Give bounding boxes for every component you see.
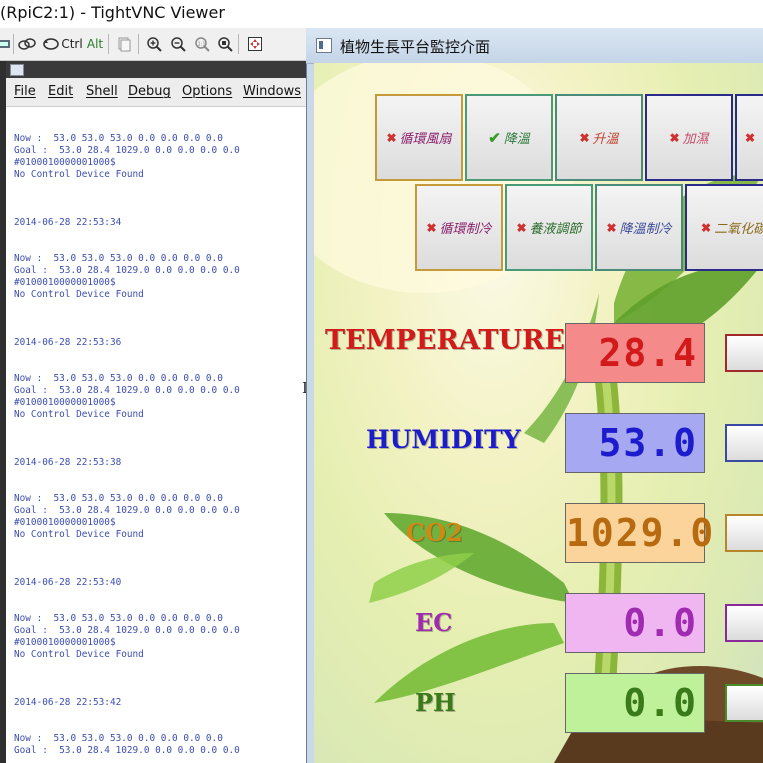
zoom-100-icon[interactable]: 1:1 xyxy=(192,34,212,54)
off-icon: ✖ xyxy=(579,130,590,145)
app-icon xyxy=(316,38,332,53)
ph-value: 0.0 xyxy=(565,673,705,733)
ec-side-button[interactable] xyxy=(725,604,763,642)
monitor-title-bar: 植物生長平台監控介面 xyxy=(306,28,763,64)
nutrient-button-label: 養液調節 xyxy=(529,222,582,237)
co2-button[interactable]: ✖ 二氧化碳 xyxy=(685,184,763,271)
temperature-label: TEMPERATURE xyxy=(325,325,566,356)
refresh-icon[interactable] xyxy=(40,34,62,54)
extra-button[interactable]: ✖ xyxy=(735,94,763,181)
cooling-refrigeration-label: 降溫制冷 xyxy=(619,222,672,237)
off-icon: ✖ xyxy=(516,220,527,235)
off-icon: ✖ xyxy=(426,220,437,235)
co2-side-button[interactable] xyxy=(725,514,763,552)
clipboard-icon[interactable] xyxy=(114,34,134,54)
fullscreen-icon[interactable] xyxy=(245,34,265,54)
window-icon[interactable] xyxy=(10,64,24,76)
co2-label: CO2 xyxy=(406,518,463,547)
shell-title-bar xyxy=(6,61,306,78)
ec-label: EC xyxy=(415,608,453,637)
off-icon: ✖ xyxy=(745,130,756,145)
shell-output[interactable]: Now : 53.0 53.0 53.0 0.0 0.0 0.0 0.0 Goa… xyxy=(6,107,306,763)
check-icon: ✔ xyxy=(488,128,501,147)
humidity-side-button[interactable] xyxy=(725,424,763,462)
co2-value: 1029.0 xyxy=(565,503,713,563)
svg-text:1:1: 1:1 xyxy=(198,42,206,48)
cooling-refrigeration-button[interactable]: ✖ 降溫制冷 xyxy=(595,184,683,271)
vnc-title-bar: (RpiC2:1) - TightVNC Viewer xyxy=(0,0,763,28)
zoom-in-icon[interactable] xyxy=(144,34,164,54)
humidity-value: 53.0 xyxy=(565,413,705,473)
temperature-side-button[interactable] xyxy=(725,334,763,372)
off-icon: ✖ xyxy=(386,130,397,145)
menu-options[interactable]: Options xyxy=(182,84,232,99)
monitor-window-title: 植物生長平台監控介面 xyxy=(340,38,491,56)
circulation-cooling-button[interactable]: ✖ 循環制冷 xyxy=(415,184,503,271)
humidify-button-label: 加濕 xyxy=(682,132,709,147)
menu-edit[interactable]: Edit xyxy=(48,84,73,99)
humidify-button[interactable]: ✖ 加濕 xyxy=(645,94,733,181)
alt-key-button[interactable]: Alt xyxy=(84,34,106,54)
temperature-value: 28.4 xyxy=(565,323,705,383)
off-icon: ✖ xyxy=(701,220,712,235)
options-icon[interactable] xyxy=(16,34,38,54)
off-icon: ✖ xyxy=(606,220,617,235)
fan-button[interactable]: ✖ 循環風扇 xyxy=(375,94,463,181)
fan-button-label: 循環風扇 xyxy=(399,132,452,147)
menu-debug[interactable]: Debug xyxy=(128,84,171,99)
menu-file[interactable]: File xyxy=(14,84,36,99)
off-icon: ✖ xyxy=(669,130,680,145)
vnc-toolbar: Ctrl Alt 1:1 xyxy=(0,28,306,61)
ph-side-button[interactable] xyxy=(725,684,763,722)
cool-button[interactable]: ✔ 降溫 xyxy=(465,94,553,181)
zoom-auto-icon[interactable] xyxy=(215,34,235,54)
vnc-window-title: (RpiC2:1) - TightVNC Viewer xyxy=(0,3,225,22)
shell-menu-bar: File Edit Shell Debug Options Windows xyxy=(6,78,306,107)
monitor-content: ✖ 循環風扇 ✔ 降溫 ✖ 升溫 ✖ 加濕 ✖ ✖ 循環制冷 ✖ 養液調節 ✖ … xyxy=(314,63,763,763)
zoom-out-icon[interactable] xyxy=(168,34,188,54)
shell-log-text: Now : 53.0 53.0 53.0 0.0 0.0 0.0 0.0 Goa… xyxy=(14,133,240,756)
nutrient-button[interactable]: ✖ 養液調節 xyxy=(505,184,593,271)
circulation-cooling-label: 循環制冷 xyxy=(439,222,492,237)
ph-label: PH xyxy=(415,688,456,717)
menu-windows[interactable]: Windows xyxy=(243,84,301,99)
heat-button-label: 升溫 xyxy=(592,132,619,147)
menu-shell[interactable]: Shell xyxy=(86,84,118,99)
heat-button[interactable]: ✖ 升溫 xyxy=(555,94,643,181)
cool-button-label: 降溫 xyxy=(503,132,530,147)
ec-value: 0.0 xyxy=(565,593,705,653)
humidity-label: HUMIDITY xyxy=(366,425,521,454)
co2-button-label: 二氧化碳 xyxy=(714,222,763,237)
ctrl-key-button[interactable]: Ctrl xyxy=(60,34,84,54)
toolbar-connection-icon[interactable] xyxy=(0,34,12,54)
